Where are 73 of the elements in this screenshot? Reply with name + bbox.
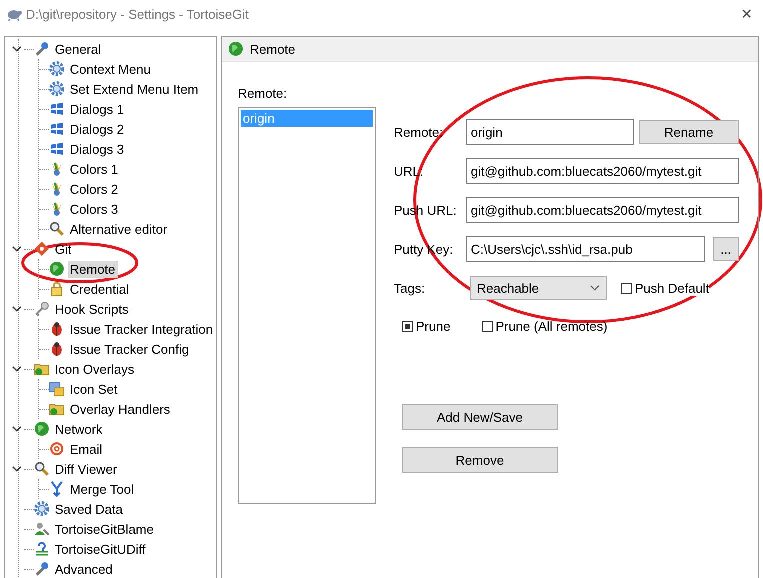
text-field[interactable]: C:\Users\cjc\.ssh\id_rsa.pub — [466, 236, 705, 262]
globe-icon — [34, 421, 50, 437]
chevron-icon[interactable] — [12, 244, 22, 254]
globe-icon — [228, 41, 244, 57]
field-button[interactable]: Rename — [639, 120, 739, 144]
tree-item[interactable]: Dialogs 2 — [68, 120, 126, 138]
checkbox[interactable] — [402, 321, 413, 332]
gear-icon — [49, 81, 65, 97]
tree-item[interactable]: Icon Overlays — [53, 360, 136, 378]
tree-item[interactable]: Hook Scripts — [53, 300, 131, 318]
tree-item[interactable]: Advanced — [53, 560, 115, 578]
tree-item[interactable]: Icon Set — [68, 380, 120, 398]
tree-item[interactable]: Overlay Handlers — [68, 400, 172, 418]
text-field[interactable]: origin — [466, 119, 634, 145]
checkbox[interactable] — [621, 282, 632, 294]
windows-icon — [49, 141, 65, 157]
merge-icon — [49, 481, 65, 497]
tree-item[interactable]: Saved Data — [53, 500, 125, 518]
bug-icon — [49, 321, 65, 337]
tree-item[interactable]: Context Menu — [68, 60, 153, 78]
chevron-icon[interactable] — [12, 304, 22, 314]
chevron-icon[interactable] — [12, 364, 22, 374]
field-button[interactable]: ... — [713, 237, 739, 261]
page-title: Remote — [250, 42, 296, 56]
tree-item[interactable]: Dialogs 3 — [68, 140, 126, 158]
tree-item[interactable]: Merge Tool — [68, 480, 136, 498]
tree-item[interactable]: Issue Tracker Config — [68, 340, 192, 358]
magnifier-icon — [49, 221, 65, 237]
checkbox-label: Prune — [416, 319, 451, 334]
text-field[interactable]: git@github.com:bluecats2060/mytest.git — [466, 158, 739, 184]
chevron-icon[interactable] — [12, 464, 22, 474]
chevron-icon[interactable] — [12, 44, 22, 54]
remotes-label: Remote: — [238, 86, 288, 101]
checkbox-label: Prune (All remotes) — [496, 319, 608, 334]
action-button[interactable]: Add New/Save — [402, 404, 558, 430]
tree-item[interactable]: TortoiseGitUDiff — [53, 540, 148, 558]
gear-icon — [49, 61, 65, 77]
tree-item[interactable]: Colors 2 — [68, 180, 120, 198]
tree-item[interactable]: Credential — [68, 280, 132, 298]
wrench-icon — [34, 561, 50, 577]
text-field[interactable]: git@github.com:bluecats2060/mytest.git — [466, 197, 739, 223]
wrench-icon — [34, 41, 50, 57]
magnifier-icon — [34, 461, 50, 477]
field-label: Remote: — [394, 124, 444, 140]
tree-item[interactable]: Email — [68, 440, 105, 458]
tree-item[interactable]: Issue Tracker Integration — [68, 320, 216, 338]
tree-item[interactable]: Alternative editor — [68, 220, 170, 238]
tree-item[interactable]: General — [53, 40, 104, 58]
bug-icon — [49, 341, 65, 357]
tree-item[interactable]: Network — [53, 420, 105, 438]
tree-item[interactable]: Colors 1 — [68, 160, 120, 178]
key-icon — [34, 301, 50, 317]
tree-item[interactable]: Dialogs 1 — [68, 100, 126, 118]
lock-icon — [49, 281, 65, 297]
checkbox[interactable] — [482, 321, 493, 332]
tree-item[interactable]: Set Extend Menu Item — [68, 80, 201, 98]
window-title: D:\git\repository - Settings - TortoiseGit — [26, 6, 250, 22]
field-label: Tags: — [394, 280, 426, 296]
chevron-icon[interactable] — [12, 424, 22, 434]
caret-icon — [590, 285, 600, 291]
tree-item[interactable]: Colors 3 — [68, 200, 120, 218]
checkbox-label: Push Default — [635, 280, 710, 296]
close-button[interactable]: ✕ — [735, 6, 759, 22]
windows-icon — [49, 121, 65, 137]
gear-icon — [34, 501, 50, 517]
tree-item[interactable]: Diff Viewer — [53, 460, 120, 478]
windows-icon — [49, 101, 65, 117]
action-button[interactable]: Remove — [402, 447, 558, 473]
tree-item[interactable]: Remote — [68, 260, 118, 278]
globe-icon — [49, 261, 65, 277]
tags-dropdown[interactable]: Reachable — [470, 276, 607, 300]
tree-item[interactable]: TortoiseGitBlame — [53, 520, 156, 538]
tree-item[interactable]: Git — [53, 240, 74, 258]
